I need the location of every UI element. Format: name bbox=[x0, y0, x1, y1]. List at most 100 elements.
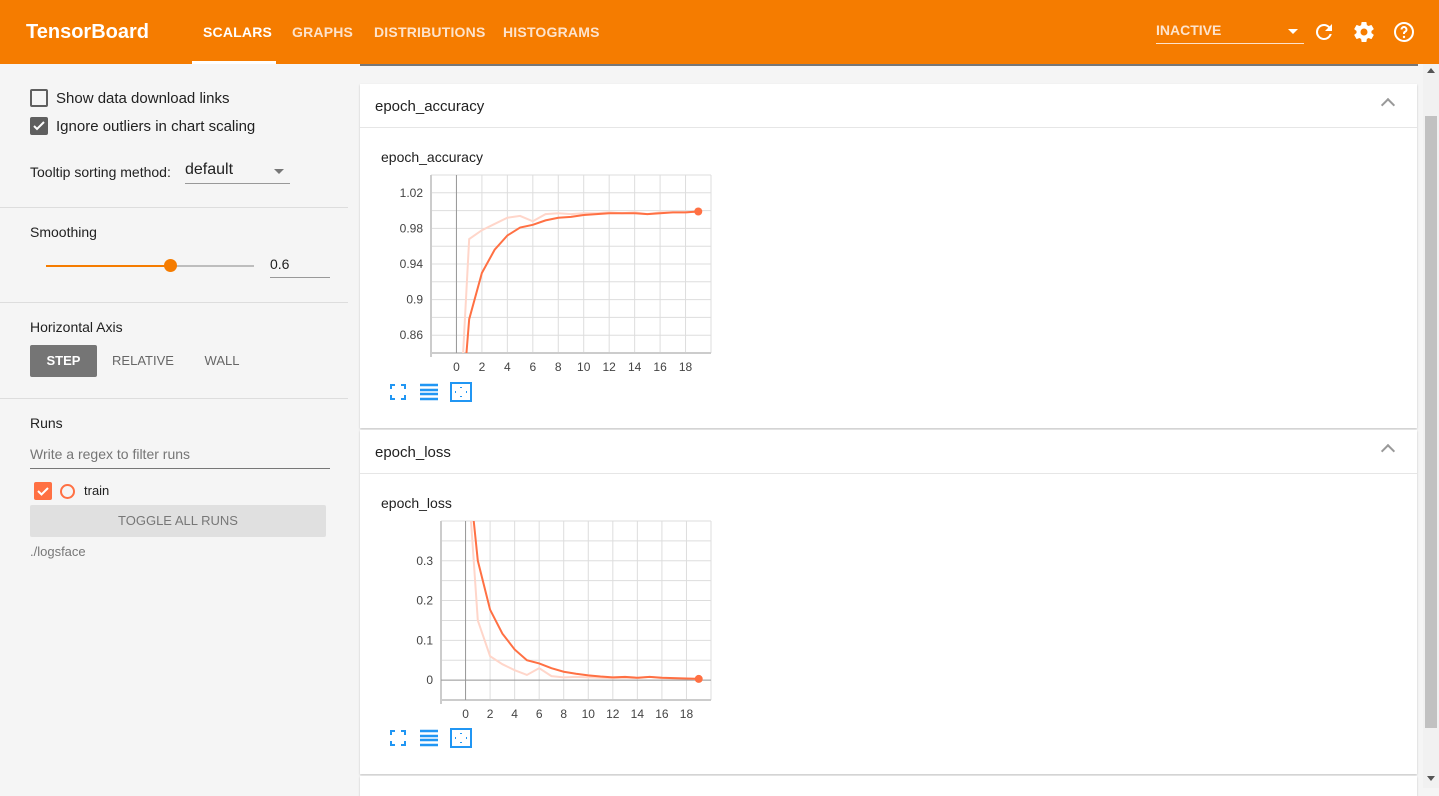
x-tick-label: 4 bbox=[504, 360, 511, 374]
smoothing-label: Smoothing bbox=[30, 224, 97, 240]
card-header[interactable]: epoch_loss bbox=[360, 430, 1417, 474]
run-train-label: train bbox=[84, 483, 110, 498]
x-tick-label: 10 bbox=[582, 707, 596, 721]
tab-histograms[interactable]: HISTOGRAMS bbox=[503, 24, 600, 40]
brand-title: TensorBoard bbox=[26, 21, 149, 43]
smoothing-input[interactable]: 0.6 bbox=[270, 252, 330, 278]
settings-section: Show data download links Ignore outliers… bbox=[0, 64, 348, 208]
x-tick-label: 4 bbox=[511, 707, 518, 721]
horizontal-axis-section: Horizontal Axis STEP RELATIVE WALL bbox=[0, 303, 348, 399]
x-tick-label: 10 bbox=[577, 360, 591, 374]
horizontal-axis-label: Horizontal Axis bbox=[30, 319, 123, 335]
tooltip-sorting-select[interactable]: default bbox=[185, 160, 290, 184]
scroll-down-icon[interactable] bbox=[1427, 776, 1435, 781]
y-tick-label: 0.3 bbox=[416, 554, 433, 568]
x-tick-label: 12 bbox=[603, 360, 617, 374]
tab-distributions[interactable]: DISTRIBUTIONS bbox=[374, 24, 486, 40]
runs-filter-input[interactable] bbox=[30, 439, 330, 469]
chevron-up-icon[interactable] bbox=[1380, 443, 1396, 459]
tooltip-sorting-value: default bbox=[185, 161, 234, 178]
smoothing-slider[interactable] bbox=[46, 259, 254, 272]
x-tick-label: 12 bbox=[606, 707, 620, 721]
y-tick-label: 0 bbox=[426, 673, 433, 687]
divider bbox=[360, 64, 1418, 66]
y-tick-label: 0.1 bbox=[416, 633, 433, 647]
y-tick-label: 1.02 bbox=[400, 186, 424, 200]
toggle-all-runs-button[interactable]: TOGGLE ALL RUNS bbox=[30, 505, 326, 537]
last-point-marker bbox=[694, 674, 703, 683]
show-download-links-label: Show data download links bbox=[56, 90, 230, 107]
run-train-checkbox[interactable] bbox=[34, 482, 52, 500]
card-epoch-accuracy: epoch_accuracy epoch_accuracy 0 2 4 6 8 10 12 1… bbox=[360, 84, 1417, 428]
help-icon[interactable] bbox=[1392, 20, 1416, 44]
fit-domain-icon[interactable] bbox=[450, 382, 472, 402]
runs-label: Runs bbox=[30, 415, 63, 431]
smoothing-value: 0.6 bbox=[270, 256, 290, 272]
x-tick-label: 2 bbox=[487, 707, 494, 721]
x-tick-label: 16 bbox=[653, 360, 667, 374]
ignore-outliers-label: Ignore outliers in chart scaling bbox=[56, 118, 256, 135]
x-tick-label: 8 bbox=[560, 707, 567, 721]
log-scale-icon[interactable] bbox=[419, 728, 439, 748]
fullscreen-icon[interactable] bbox=[388, 382, 408, 402]
tab-graphs[interactable]: GRAPHS bbox=[292, 24, 353, 40]
x-tick-label: 0 bbox=[453, 360, 460, 374]
card-next bbox=[360, 776, 1417, 796]
accuracy-chart[interactable]: 0 2 4 6 8 10 12 14 16 18 0.86 0.9 0.94 0.98 1.02 bbox=[360, 169, 740, 379]
top-bar: TensorBoard SCALARS GRAPHS DISTRIBUTIONS… bbox=[0, 0, 1439, 64]
loss-chart[interactable]: 0 2 4 6 8 10 12 14 16 18 0 0.1 0.2 0.3 bbox=[360, 515, 740, 725]
card-epoch-loss: epoch_loss epoch_loss 0 2 4 6 8 10 12 14 16 18 0 0.… bbox=[360, 430, 1417, 774]
x-tick-label: 14 bbox=[631, 707, 645, 721]
sidebar: Show data download links Ignore outliers… bbox=[0, 64, 348, 788]
axis-wall-button[interactable]: WALL bbox=[190, 345, 254, 377]
check-icon bbox=[33, 121, 45, 131]
card-title: epoch_accuracy bbox=[375, 98, 485, 115]
logdir-label: ./logsface bbox=[30, 544, 86, 559]
x-tick-label: 2 bbox=[479, 360, 486, 374]
series-line-raw bbox=[469, 521, 699, 680]
settings-icon[interactable] bbox=[1352, 20, 1376, 44]
card-header[interactable]: epoch_accuracy bbox=[360, 84, 1417, 128]
x-tick-label: 18 bbox=[680, 707, 694, 721]
card-title: epoch_loss bbox=[375, 444, 451, 461]
axis-relative-button[interactable]: RELATIVE bbox=[105, 345, 181, 377]
last-point-marker bbox=[694, 207, 703, 216]
tab-scalars[interactable]: SCALARS bbox=[203, 24, 272, 40]
scroll-up-icon[interactable] bbox=[1427, 68, 1435, 73]
fit-domain-icon[interactable] bbox=[450, 728, 472, 748]
run-color-circle-icon[interactable] bbox=[60, 484, 75, 499]
x-tick-label: 14 bbox=[628, 360, 642, 374]
x-tick-label: 6 bbox=[536, 707, 543, 721]
run-select-dropdown[interactable]: INACTIVE bbox=[1156, 22, 1304, 44]
y-tick-label: 0.9 bbox=[406, 293, 423, 307]
x-tick-label: 8 bbox=[555, 360, 562, 374]
scrollbar-thumb[interactable] bbox=[1425, 116, 1437, 728]
smoothing-slider-fill bbox=[46, 265, 171, 267]
chevron-down-icon bbox=[274, 169, 284, 174]
smoothing-slider-handle[interactable] bbox=[164, 259, 177, 272]
ignore-outliers-checkbox[interactable] bbox=[30, 117, 48, 135]
refresh-icon[interactable] bbox=[1312, 20, 1336, 44]
fullscreen-icon[interactable] bbox=[388, 728, 408, 748]
x-tick-label: 16 bbox=[655, 707, 669, 721]
show-download-links-checkbox[interactable] bbox=[30, 89, 48, 107]
x-tick-label: 18 bbox=[679, 360, 693, 374]
check-icon bbox=[37, 487, 49, 496]
chevron-down-icon bbox=[1288, 29, 1298, 34]
chart-title: epoch_loss bbox=[381, 495, 452, 511]
y-tick-label: 0.94 bbox=[400, 257, 424, 271]
axis-step-button[interactable]: STEP bbox=[30, 345, 97, 377]
chart-title: epoch_accuracy bbox=[381, 149, 483, 165]
y-tick-label: 0.86 bbox=[400, 328, 424, 342]
smoothing-section: Smoothing 0.6 bbox=[0, 208, 348, 303]
chevron-up-icon[interactable] bbox=[1380, 97, 1396, 113]
x-tick-label: 6 bbox=[529, 360, 536, 374]
run-select-value: INACTIVE bbox=[1156, 22, 1222, 38]
scrollbar[interactable] bbox=[1423, 64, 1439, 788]
y-tick-label: 0.98 bbox=[400, 221, 424, 235]
log-scale-icon[interactable] bbox=[419, 382, 439, 402]
main-content: epoch_accuracy epoch_accuracy 0 2 4 6 8 10 12 1… bbox=[348, 64, 1423, 796]
x-tick-label: 0 bbox=[462, 707, 469, 721]
series-line-smoothed bbox=[472, 521, 699, 680]
y-tick-label: 0.2 bbox=[416, 594, 433, 608]
